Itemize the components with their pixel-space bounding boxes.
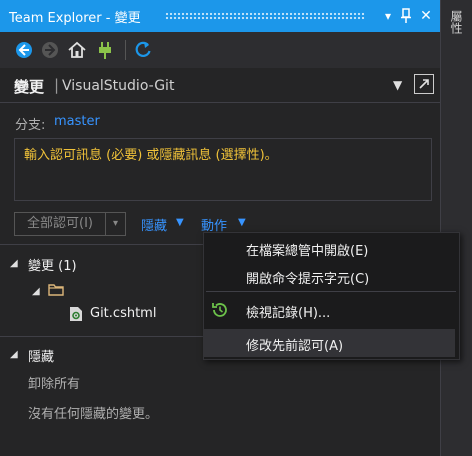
commit-message-placeholder: 輸入認可訊息 (必要) 或隱藏訊息 (選擇性)。 [24, 148, 278, 163]
menu-separator [206, 291, 456, 292]
actions-caret-icon[interactable]: ▼ [238, 217, 246, 228]
side-panel-strip [440, 0, 472, 456]
forward-icon[interactable] [40, 40, 60, 60]
changes-section-header[interactable]: 變更 (1) [28, 255, 77, 274]
undock-icon[interactable] [414, 74, 434, 94]
properties-side-tab[interactable]: 屬性 [447, 10, 465, 34]
title-grip [165, 12, 365, 20]
changes-expand-icon[interactable]: ◢ [10, 258, 18, 269]
refresh-icon[interactable] [133, 40, 153, 60]
menu-item-label: 開啟命令提示字元(C) [246, 272, 370, 287]
changed-file-item[interactable]: Git.cshtml [90, 306, 156, 321]
home-icon[interactable] [67, 40, 87, 60]
stash-link[interactable]: 隱藏 [141, 215, 167, 234]
menu-item-view-history[interactable] [204, 296, 459, 324]
menu-item-label: 修改先前認可(A) [246, 339, 344, 354]
window-menu-button[interactable]: ▾ [380, 7, 396, 25]
folder-expand-icon[interactable]: ◢ [32, 286, 40, 297]
stashes-expand-icon[interactable]: ◢ [10, 349, 18, 360]
commit-all-button[interactable]: 全部認可(I) [14, 212, 106, 236]
toolbar [0, 32, 440, 68]
plug-icon[interactable] [95, 40, 115, 60]
commit-options-button[interactable]: ▾ [106, 212, 126, 236]
page-title: 變更 [14, 78, 45, 96]
back-icon[interactable] [14, 40, 34, 60]
folder-icon[interactable] [48, 283, 64, 296]
branch-link[interactable]: master [54, 114, 100, 129]
header-divider [0, 102, 440, 103]
window-title: Team Explorer - 變更 [9, 11, 141, 26]
cshtml-file-icon [69, 306, 83, 322]
stash-caret-icon[interactable]: ▼ [176, 217, 184, 228]
no-stashes-message: 沒有任何隱藏的變更。 [28, 407, 159, 422]
page-dropdown-button[interactable]: ▼ [393, 78, 402, 92]
close-icon[interactable]: ✕ [418, 7, 434, 25]
branch-label: 分支: [15, 118, 46, 133]
pin-icon[interactable] [398, 7, 414, 25]
header-separator: | [54, 76, 60, 94]
menu-item-label: 檢視記錄(H)... [246, 306, 331, 321]
stashes-section-header[interactable]: 隱藏 [28, 346, 54, 365]
repository-name: VisualStudio-Git [62, 78, 175, 94]
toolbar-separator [125, 40, 126, 60]
menu-item-label: 在檔案總管中開啟(E) [246, 244, 369, 259]
drop-all-stashes-link[interactable]: 卸除所有 [28, 373, 80, 392]
